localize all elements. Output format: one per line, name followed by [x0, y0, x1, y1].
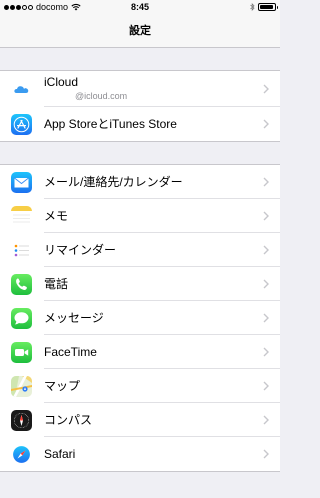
notes-icon: [11, 206, 32, 227]
settings-row-label: FaceTime: [44, 345, 97, 359]
battery-level: [260, 5, 274, 9]
icloud-icon: [11, 79, 32, 100]
settings-row-facetime[interactable]: FaceTime: [0, 335, 280, 369]
settings-row-safari[interactable]: Safari: [0, 437, 280, 471]
app-store-icon: [11, 114, 32, 135]
settings-row-mail[interactable]: メール/連絡先/カレンダー: [0, 165, 280, 199]
chevron-right-icon: [263, 347, 269, 357]
battery-icon: [258, 3, 278, 11]
settings-row-label: メモ: [44, 209, 69, 223]
settings-row-label: iCloud: [44, 75, 79, 89]
settings-row-app-store[interactable]: App StoreとiTunes Store: [0, 107, 280, 141]
chevron-right-icon: [263, 449, 269, 459]
chevron-right-icon: [263, 211, 269, 221]
chevron-right-icon: [263, 381, 269, 391]
settings-row-label: マップ: [44, 379, 81, 393]
settings-row-label: メール/連絡先/カレンダー: [44, 175, 183, 189]
bluetooth-icon: [250, 3, 255, 11]
settings-row-reminders[interactable]: リマインダー: [0, 233, 280, 267]
navigation-bar: 設定: [0, 14, 280, 48]
messages-icon: [11, 308, 32, 329]
safari-icon: [11, 444, 32, 465]
status-right: [250, 3, 278, 11]
facetime-icon: [11, 342, 32, 363]
settings-group-apps: メール/連絡先/カレンダー メモ リマインダー 電話 メッセージ FaceTim…: [0, 164, 280, 472]
mail-icon: [11, 172, 32, 193]
status-time: 8:45: [130, 2, 149, 12]
settings-row-maps[interactable]: マップ: [0, 369, 280, 403]
settings-row-label: メッセージ: [44, 311, 104, 325]
settings-row-label: Safari: [44, 447, 76, 461]
reminders-icon: [11, 240, 32, 261]
chevron-right-icon: [263, 177, 269, 187]
settings-row-messages[interactable]: メッセージ: [0, 301, 280, 335]
settings-row-icloud[interactable]: iCloud @icloud.com: [0, 71, 280, 107]
settings-row-compass[interactable]: コンパス: [0, 403, 280, 437]
chevron-right-icon: [263, 313, 269, 323]
settings-row-phone[interactable]: 電話: [0, 267, 280, 301]
icloud-account-email: @icloud.com: [75, 91, 128, 101]
settings-row-label: リマインダー: [44, 243, 117, 257]
page-title: 設定: [129, 25, 151, 37]
settings-row-notes[interactable]: メモ: [0, 199, 280, 233]
status-bar: docomo 8:45: [0, 0, 280, 14]
phone-icon: [11, 274, 32, 295]
chevron-right-icon: [263, 84, 269, 94]
chevron-right-icon: [263, 119, 269, 129]
compass-icon: [11, 410, 32, 431]
chevron-right-icon: [263, 415, 269, 425]
chevron-right-icon: [263, 279, 269, 289]
settings-row-label: 電話: [44, 277, 69, 291]
settings-row-label: コンパス: [44, 413, 93, 427]
settings-group-account: iCloud @icloud.com App StoreとiTunes Stor…: [0, 70, 280, 142]
settings-row-label: App StoreとiTunes Store: [44, 117, 177, 131]
maps-icon: [11, 376, 32, 397]
chevron-right-icon: [263, 245, 269, 255]
